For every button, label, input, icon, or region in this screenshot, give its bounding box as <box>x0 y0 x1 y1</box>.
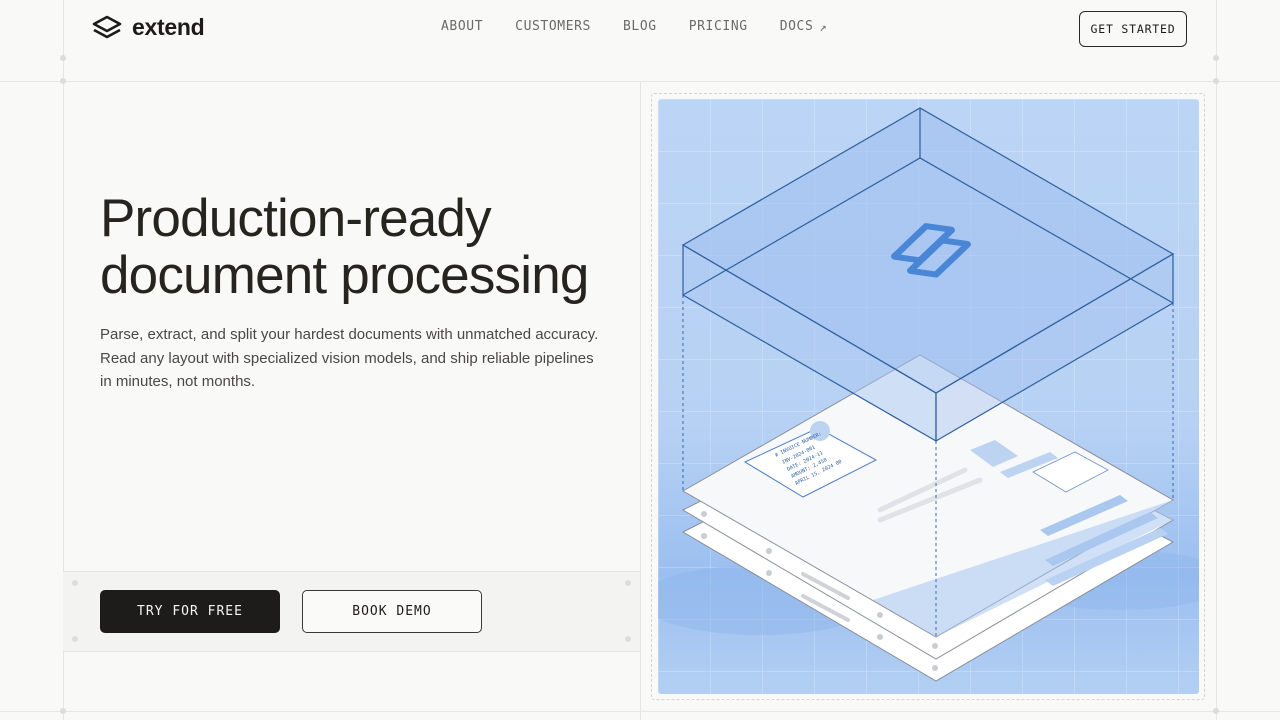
main-nav: ABOUT CUSTOMERS BLOG PRICING DOCS ↗ <box>441 19 827 34</box>
guide-dot <box>60 78 66 84</box>
nav-blog[interactable]: BLOG <box>623 19 657 34</box>
hero-subtitle: Parse, extract, and split your hardest d… <box>100 326 599 390</box>
get-started-button[interactable]: GET STARTED <box>1079 11 1187 47</box>
external-arrow-icon: ↗ <box>819 19 828 34</box>
hero-title: Production-ready document processing <box>100 190 640 304</box>
band-dot <box>72 636 78 642</box>
book-demo-button[interactable]: BOOK DEMO <box>302 590 482 633</box>
nav-docs-label: DOCS <box>779 19 814 34</box>
guide-dot <box>1213 708 1219 714</box>
hero-title-line-2: document processing <box>100 246 589 305</box>
try-for-free-button[interactable]: TRY FOR FREE <box>100 590 280 633</box>
extend-logo-icon <box>92 15 122 38</box>
site-header: extend ABOUT CUSTOMERS BLOG PRICING DOCS… <box>0 0 1280 56</box>
guide-line-bottom <box>0 711 1280 712</box>
guide-dot <box>1213 78 1219 84</box>
hero-title-line-1: Production-ready <box>100 189 492 248</box>
nav-docs[interactable]: DOCS ↗ <box>780 19 828 34</box>
band-dot <box>72 580 78 586</box>
hero-illustration: # INVOICE NUMBER: INV-2024-001 DATE: 202… <box>658 99 1199 694</box>
brand-name: extend <box>132 14 205 40</box>
guide-line-center <box>640 81 641 720</box>
band-dot <box>625 580 631 586</box>
isometric-illustration: # INVOICE NUMBER: INV-2024-001 DATE: 202… <box>658 99 1199 694</box>
nav-about[interactable]: ABOUT <box>441 19 483 34</box>
nav-customers[interactable]: CUSTOMERS <box>515 19 591 34</box>
brand-logo[interactable]: extend <box>92 14 205 41</box>
guide-line-right <box>1216 0 1217 720</box>
nav-pricing[interactable]: PRICING <box>689 19 748 34</box>
band-dot <box>625 636 631 642</box>
guide-line-header <box>0 81 1280 82</box>
guide-dot <box>60 708 66 714</box>
